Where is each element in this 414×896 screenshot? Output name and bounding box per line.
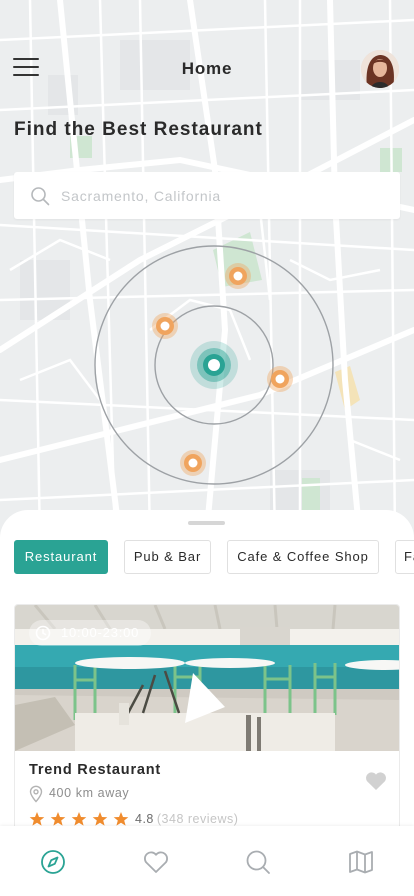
restaurant-marker-icon[interactable]	[224, 262, 252, 290]
search-icon[interactable]	[244, 848, 272, 876]
star-icon	[29, 812, 45, 826]
restaurant-marker-icon[interactable]	[179, 449, 207, 477]
heart-icon[interactable]	[142, 848, 170, 876]
opening-hours: 10:00-23:00	[61, 625, 140, 640]
location-pin-icon	[29, 785, 43, 803]
heart-icon[interactable]	[365, 771, 387, 791]
avatar[interactable]	[361, 50, 399, 88]
restaurant-marker-icon[interactable]	[266, 365, 294, 393]
rating-stars	[29, 812, 129, 826]
rating-summary: 4.8 (348 reviews)	[135, 812, 238, 826]
star-icon	[50, 812, 66, 826]
restaurant-photo: 10:00-23:00	[15, 605, 399, 751]
review-count: (348 reviews)	[156, 812, 239, 826]
current-location-icon	[190, 341, 238, 389]
map-icon[interactable]	[347, 848, 375, 876]
restaurant-distance: 400 km away	[49, 786, 130, 800]
star-icon	[113, 812, 129, 826]
search-icon	[31, 187, 50, 206]
chip-cafe-coffee-shop[interactable]: Cafe & Coffee Shop	[227, 540, 379, 574]
headline: Find the Best Restaurant	[14, 119, 263, 140]
search-input[interactable]	[61, 172, 381, 219]
drag-handle[interactable]	[188, 521, 225, 525]
star-icon	[92, 812, 108, 826]
opening-hours-badge: 10:00-23:00	[29, 620, 152, 646]
chip-pub-bar[interactable]: Pub & Bar	[124, 540, 211, 574]
chip-fast-food[interactable]: Fast Food	[395, 540, 414, 574]
search-bar[interactable]	[14, 172, 400, 219]
page-title: Home	[181, 59, 233, 78]
restaurant-marker-icon[interactable]	[151, 312, 179, 340]
rating-value: 4.8	[135, 812, 154, 826]
restaurant-card[interactable]: 10:00-23:00 Trend Restaurant 400 km away…	[14, 604, 400, 864]
bottom-tab-bar	[0, 826, 414, 896]
clock-icon	[35, 625, 51, 641]
restaurant-name: Trend Restaurant	[29, 762, 162, 778]
app-header: Home	[0, 0, 414, 100]
compass-icon[interactable]	[39, 848, 67, 876]
star-icon	[71, 812, 87, 826]
chip-restaurant[interactable]: Restaurant	[14, 540, 108, 574]
